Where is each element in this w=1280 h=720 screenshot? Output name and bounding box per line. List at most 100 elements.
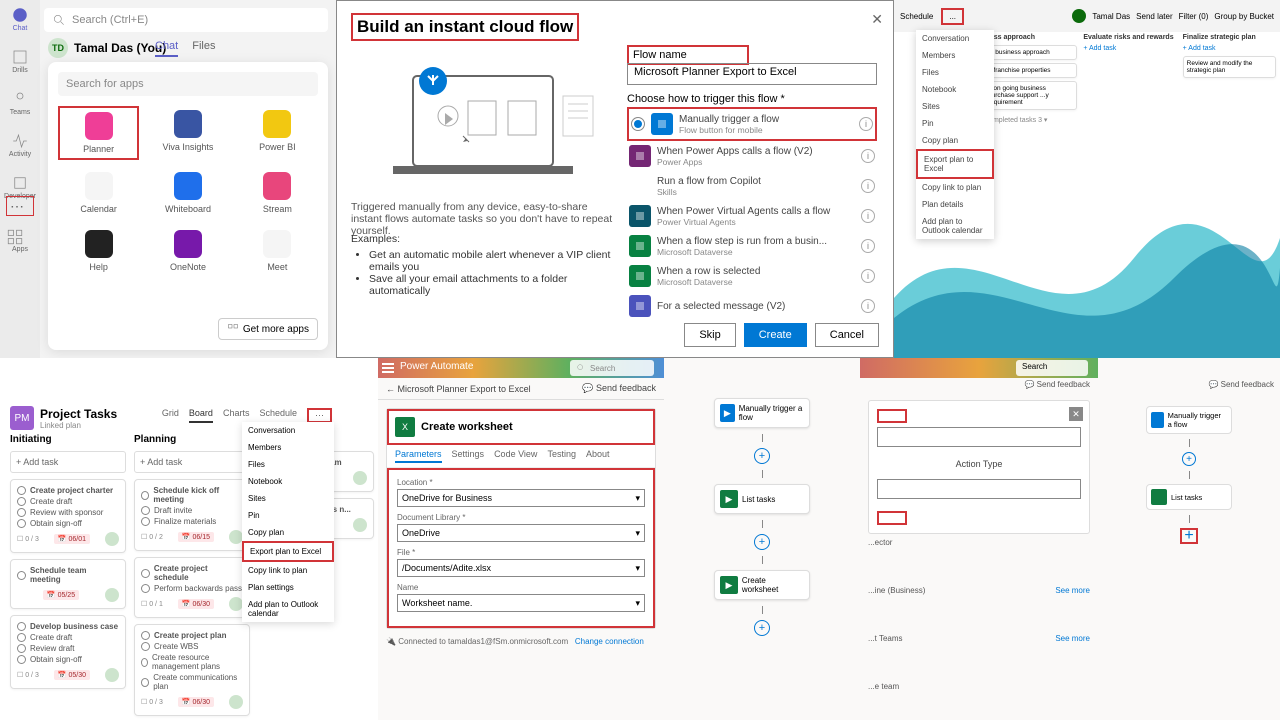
menu-item[interactable]: Export plan to Excel [916,149,994,179]
menu-item[interactable]: Copy plan [916,132,994,149]
close-icon[interactable]: ✕ [1069,407,1083,421]
task-card[interactable]: Schedule team meeting📅 05/25 [10,559,126,609]
send-feedback[interactable]: 💬 Send feedback [1208,380,1274,389]
flow-step[interactable]: Manually trigger a flow [1146,406,1232,434]
add-step-icon[interactable]: + [754,534,770,550]
add-step-icon[interactable]: + [1182,452,1196,466]
add-task[interactable]: + Add task [10,451,126,473]
menu-item[interactable]: Export plan to Excel [242,541,334,562]
task-card[interactable]: Review and modify the strategic plan [1183,56,1276,78]
toolbar-schedule[interactable]: Schedule [900,12,933,21]
task-card[interactable]: ...franchise properties [984,63,1077,78]
add-task[interactable]: + Add task [1183,45,1276,52]
close-icon[interactable]: ✕ [871,11,883,28]
trigger-option[interactable]: Manually trigger a flowFlow button for m… [627,107,877,141]
info-icon[interactable]: i [861,179,875,193]
param-input[interactable]: OneDrive▾ [397,524,645,542]
global-search[interactable]: Search (Ctrl+E) [44,8,328,32]
app-viva-insights[interactable]: Viva Insights [147,106,228,160]
apps-search[interactable]: Search for apps [58,72,318,96]
waffle-icon[interactable] [382,362,394,374]
add-step-icon[interactable]: + [754,620,770,636]
app-stream[interactable]: Stream [237,168,318,218]
info-icon[interactable]: i [861,209,875,223]
menu-item[interactable]: Notebook [242,473,334,490]
info-icon[interactable]: i [859,117,873,131]
trigger-option[interactable]: When a row is selectedMicrosoft Datavers… [627,261,877,291]
task-card[interactable]: Create project charterCreate draftReview… [10,479,126,553]
app-calendar[interactable]: Calendar [58,168,139,218]
menu-item[interactable]: Sites [242,490,334,507]
search-box[interactable]: Search [1016,360,1088,376]
flow-name-input[interactable]: Microsoft Planner Export to Excel [627,63,877,85]
menu-item[interactable]: Add plan to Outlook calendar [242,596,334,622]
task-card[interactable]: Create project planCreate WBSCreate reso… [134,624,250,716]
menu-item[interactable]: Add plan to Outlook calendar [916,213,994,239]
add-step-highlight[interactable]: + [1180,528,1198,544]
rail-teams[interactable]: Teams [6,90,34,122]
menu-item[interactable]: Notebook [916,81,994,98]
menu-item[interactable]: Sites [916,98,994,115]
rail-activity[interactable]: Activity [6,132,34,164]
trigger-option[interactable]: When Power Apps calls a flow (V2)Power A… [627,141,877,171]
param-input[interactable]: /Documents/Adite.xlsx▾ [397,559,645,577]
cancel-button[interactable]: Cancel [815,323,879,347]
action-type-dropdown[interactable] [877,479,1081,499]
task-card[interactable]: Create project schedulePerform backwards… [134,557,250,618]
toolbar-more-highlight[interactable]: ... [941,8,964,25]
tab-chat[interactable]: Chat [155,40,178,57]
search-box[interactable]: Search [570,360,654,376]
task-card[interactable]: ...on going business purchase support ..… [984,81,1077,110]
flow-step[interactable]: List tasks [1146,484,1232,510]
menu-item[interactable]: Pin [916,115,994,132]
view-more-highlight[interactable]: ⋯ [307,408,332,423]
rail-chat[interactable]: Chat [6,6,34,38]
app-power-bi[interactable]: Power BI [237,106,318,160]
trigger-option[interactable]: When Power Virtual Agents calls a flowPo… [627,201,877,231]
menu-item[interactable]: Conversation [242,422,334,439]
menu-item[interactable]: Copy link to plan [916,179,994,196]
radio-selected[interactable] [631,117,645,131]
flow-step[interactable]: ▶Manually trigger a flow [714,398,810,428]
menu-item[interactable]: Files [916,64,994,81]
app-meet[interactable]: Meet [237,226,318,276]
tab-files[interactable]: Files [192,40,215,57]
rail-apps[interactable]: Apps [6,228,34,253]
rail-drills[interactable]: Drills [6,48,34,80]
trigger-option[interactable]: For a selected message (V2)i [627,291,877,321]
app-help[interactable]: Help [58,226,139,276]
task-card[interactable]: Develop business caseCreate draftReview … [10,615,126,689]
app-onenote[interactable]: OneNote [147,226,228,276]
trigger-option[interactable]: Run a flow from CopilotSkillsi [627,171,877,201]
app-planner[interactable]: Planner [58,106,139,160]
menu-item[interactable]: Conversation [916,30,994,47]
task-card[interactable]: ... business approach [984,45,1077,60]
menu-item[interactable]: Files [242,456,334,473]
menu-item[interactable]: Plan settings [242,579,334,596]
flow-step[interactable]: ▶List tasks [714,484,810,514]
info-icon[interactable]: i [861,269,875,283]
info-icon[interactable]: i [861,239,875,253]
trigger-option[interactable]: When a flow step is run from a busin...M… [627,231,877,261]
menu-item[interactable]: Pin [242,507,334,524]
rail-more-icon[interactable]: ⋯ [10,198,24,215]
menu-item[interactable]: Plan details [916,196,994,213]
search-actions-input[interactable] [877,427,1081,447]
param-input[interactable]: Worksheet name.▾ [397,594,645,612]
skip-button[interactable]: Skip [684,323,735,347]
flow-step[interactable]: ▶Create worksheet [714,570,810,600]
menu-item[interactable]: Copy link to plan [242,562,334,579]
menu-item[interactable]: Copy plan [242,524,334,541]
get-more-apps[interactable]: Get more apps [218,318,318,340]
add-task[interactable]: + Add task [1083,45,1176,52]
param-input[interactable]: OneDrive for Business▾ [397,489,645,507]
menu-item[interactable]: Members [242,439,334,456]
info-icon[interactable]: i [861,149,875,163]
view-board[interactable]: Board [189,408,213,423]
add-step-icon[interactable]: + [754,448,770,464]
menu-item[interactable]: Members [916,47,994,64]
send-feedback[interactable]: 💬 Send feedback [1024,380,1090,389]
add-task[interactable]: + Add task [134,451,250,473]
app-whiteboard[interactable]: Whiteboard [147,168,228,218]
create-button[interactable]: Create [744,323,807,347]
